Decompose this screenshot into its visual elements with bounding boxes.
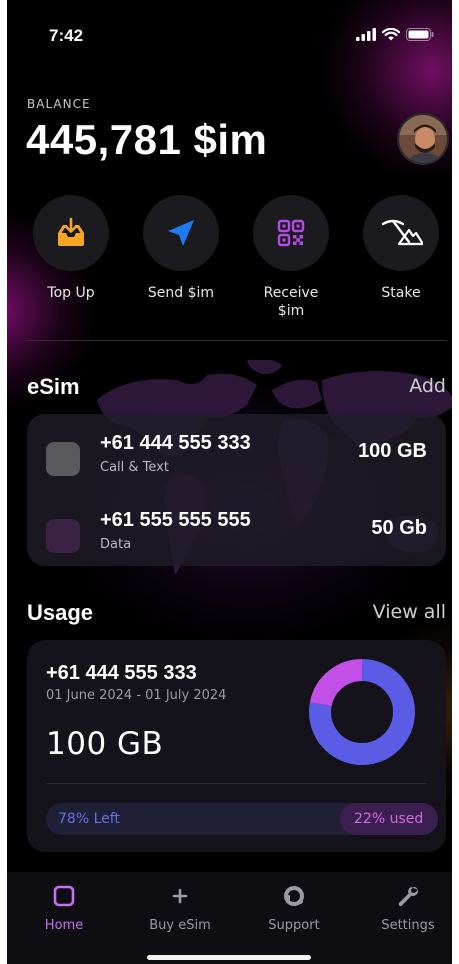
esim-data-amount: 100 GB: [358, 440, 427, 462]
view-all-link[interactable]: View all: [373, 601, 446, 623]
receive-label: Receive $im: [263, 285, 319, 319]
usage-used-segment: 22% used: [340, 803, 438, 835]
home-indicator: [147, 955, 311, 960]
usage-left-label: 78% Left: [58, 811, 120, 827]
usage-period: 01 June 2024 - 01 July 2024: [46, 688, 227, 703]
usage-number: +61 444 555 333: [46, 662, 197, 684]
usage-used-label: 22% used: [354, 811, 424, 827]
esim-type: Call & Text: [100, 460, 169, 475]
pickaxe-mountain-icon: [381, 219, 423, 246]
inbox-download-icon: [58, 217, 84, 246]
signal-icon: [356, 28, 376, 41]
tab-home-label: Home: [44, 918, 84, 933]
top-up-button[interactable]: Top Up: [29, 195, 113, 302]
donut-segment-used: [309, 659, 363, 707]
send-button[interactable]: Send $im: [139, 195, 223, 302]
esim-type: Data: [100, 537, 132, 552]
tab-settings-label: Settings: [381, 918, 435, 933]
headset-icon: [284, 886, 304, 906]
stake-button[interactable]: Stake: [359, 195, 443, 302]
esim-number: +61 444 555 333: [100, 432, 251, 454]
esim-item[interactable]: +61 444 555 333 Call & Text 100 GB: [27, 428, 446, 488]
esim-card: +61 444 555 333 Call & Text 100 GB +61 5…: [27, 414, 446, 566]
top-up-circle: [33, 195, 109, 271]
esim-item[interactable]: +61 555 555 555 Data 50 Gb: [27, 505, 446, 565]
plus-icon: [172, 888, 188, 904]
balance-label: BALANCE: [27, 97, 91, 111]
balance-value: 445,781 $im: [26, 116, 268, 163]
tab-bar: Home Buy eSim Support Settings: [7, 872, 452, 964]
qr-code-icon: [277, 219, 305, 247]
esim-color-swatch: [46, 519, 80, 553]
avatar-image: [399, 115, 447, 163]
add-esim-link[interactable]: Add: [409, 375, 446, 397]
esim-section-title: eSim: [27, 374, 80, 399]
receive-button[interactable]: Receive $im: [249, 195, 333, 320]
stake-circle: [363, 195, 439, 271]
tab-settings[interactable]: Settings: [363, 880, 452, 933]
send-circle: [143, 195, 219, 271]
usage-total: 100 GB: [46, 726, 164, 762]
home-square-icon: [53, 885, 75, 907]
status-time: 7:42: [49, 26, 84, 45]
avatar[interactable]: [397, 113, 449, 165]
status-icons: [356, 28, 434, 41]
receive-circle: [253, 195, 329, 271]
top-up-label: Top Up: [47, 285, 95, 301]
tab-support[interactable]: Support: [249, 880, 339, 933]
status-bar: 7:42: [7, 24, 452, 48]
send-label: Send $im: [147, 285, 215, 301]
usage-section-title: Usage: [27, 600, 94, 625]
wifi-icon: [382, 28, 400, 41]
tab-buy-esim-label: Buy eSim: [149, 918, 211, 933]
wrench-icon: [398, 886, 419, 907]
esim-data-amount: 50 Gb: [371, 517, 427, 539]
usage-progress-bar: 78% Left 22% used: [46, 803, 438, 835]
esim-color-swatch: [46, 442, 80, 476]
divider: [46, 783, 427, 784]
app-screen: 7:42 BALANCE 445,781 $im Top Up Send $im…: [7, 0, 452, 964]
tab-support-label: Support: [268, 918, 320, 933]
tab-buy-esim[interactable]: Buy eSim: [135, 880, 225, 933]
tab-home[interactable]: Home: [19, 880, 109, 933]
send-icon: [168, 220, 194, 246]
usage-card[interactable]: +61 444 555 333 01 June 2024 - 01 July 2…: [27, 640, 446, 852]
stake-label: Stake: [381, 285, 421, 301]
divider: [27, 340, 447, 341]
esim-number: +61 555 555 555: [100, 509, 251, 531]
usage-donut-chart: [309, 659, 415, 765]
battery-icon: [406, 28, 434, 41]
